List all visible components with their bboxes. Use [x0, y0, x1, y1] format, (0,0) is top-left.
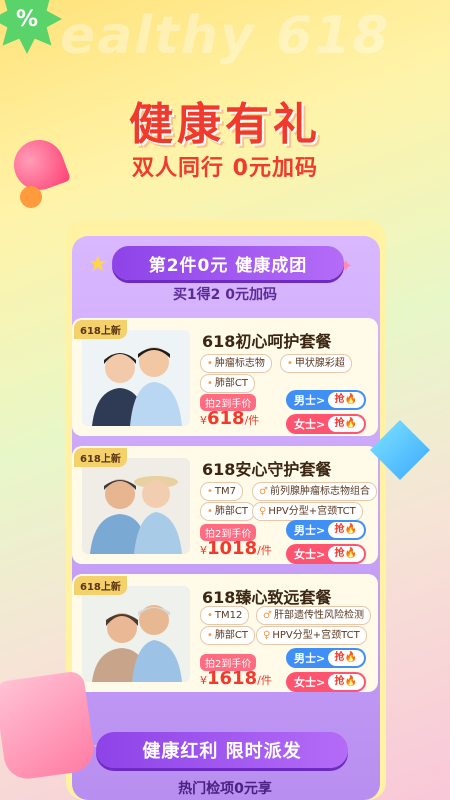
grab-label: 抢🔥: [327, 546, 364, 562]
chip-label: 前列腺肿瘤标志物组合: [269, 486, 370, 497]
chip-label: 甲状腺彩超: [294, 358, 345, 369]
currency-symbol: ¥: [200, 544, 207, 557]
male-label: 男士>: [294, 394, 326, 407]
dot-icon: ♀: [263, 630, 271, 641]
item-chip: • 肺部CT: [200, 374, 255, 393]
dot-icon: •: [207, 630, 213, 641]
item-chip: • 肺部CT: [200, 626, 255, 645]
package-card-3[interactable]: 618上新 618臻心致远套餐 • TM12 ♂ 肝部遗传性风险检测 • 肺部CT ♀…: [72, 574, 378, 692]
male-buy-button[interactable]: 男士> 抢🔥: [286, 520, 366, 540]
item-chip: ♀ HPV分型+宫颈TCT: [256, 626, 367, 645]
grab-label: 抢🔥: [327, 674, 364, 690]
item-chip: • 肺部CT: [200, 502, 255, 521]
item-chip: • 肿瘤标志物: [200, 354, 272, 373]
new-tag: 618上新: [74, 448, 127, 467]
dot-icon: •: [207, 358, 213, 369]
currency-symbol: ¥: [200, 414, 207, 427]
package-title: 618初心呵护套餐: [202, 332, 332, 351]
dot-icon: ♂: [263, 610, 272, 621]
grab-label: 抢🔥: [327, 392, 364, 408]
package-title: 618臻心致远套餐: [202, 588, 332, 607]
female-label: 女士>: [294, 418, 326, 431]
price-value: 1018: [207, 538, 258, 559]
item-chip: ♂ 肝部遗传性风险检测: [256, 606, 371, 625]
couple-photo: [82, 458, 190, 554]
item-chip: ♂ 前列腺肿瘤标志物组合: [252, 482, 377, 501]
price: ¥1618/件: [200, 668, 272, 689]
item-chip: • 甲状腺彩超: [280, 354, 352, 373]
grab-label: 抢🔥: [327, 416, 364, 432]
promo-subtitle: 买1得2 0元加码: [172, 287, 278, 303]
chip-label: HPV分型+宫颈TCT: [272, 630, 360, 641]
female-buy-button[interactable]: 女士> 抢🔥: [286, 672, 366, 692]
price-value: 618: [207, 408, 245, 429]
item-chip: ♀ HPV分型+宫颈TCT: [252, 502, 363, 521]
price: ¥1018/件: [200, 538, 272, 559]
dot-icon: •: [287, 358, 293, 369]
dot-icon: ♀: [259, 506, 267, 517]
female-buy-button[interactable]: 女士> 抢🔥: [286, 414, 366, 434]
dot-icon: •: [207, 378, 213, 389]
chip-label: TM7: [214, 486, 237, 497]
chip-label: 肺部CT: [214, 506, 248, 517]
male-label: 男士>: [294, 524, 326, 537]
page-title: 健康有礼: [129, 99, 321, 150]
new-tag: 618上新: [74, 576, 127, 595]
male-buy-button[interactable]: 男士> 抢🔥: [286, 390, 366, 410]
percent-badge-icon: %: [0, 0, 62, 54]
dot-icon: •: [207, 486, 213, 497]
chip-label: 肝部遗传性风险检测: [273, 610, 364, 621]
package-card-1[interactable]: 618上新 618初心呵护套餐 • 肿瘤标志物 • 甲状腺彩超 • 肺部CT 拍2到手…: [72, 318, 378, 436]
page-subtitle: 双人同行 0元加码: [132, 156, 318, 181]
female-label: 女士>: [294, 548, 326, 561]
female-buy-button[interactable]: 女士> 抢🔥: [286, 544, 366, 564]
currency-symbol: ¥: [200, 674, 207, 687]
shopping-bag-icon: [0, 670, 97, 782]
background-watermark-text: ealthy 618: [60, 6, 391, 66]
bottom-ribbon: 健康红利 限时派发: [96, 732, 348, 768]
item-chip: • TM12: [200, 606, 250, 625]
decor-bubble-icon: [20, 186, 42, 208]
chip-label: 肺部CT: [214, 378, 248, 389]
female-label: 女士>: [294, 676, 326, 689]
chip-label: HPV分型+宫颈TCT: [268, 506, 356, 517]
male-buy-button[interactable]: 男士> 抢🔥: [286, 648, 366, 668]
star-icon: ★: [88, 252, 108, 277]
chip-label: 肿瘤标志物: [214, 358, 265, 369]
chip-label: 肺部CT: [214, 630, 248, 641]
bottom-subtitle: 热门检项0元享: [178, 781, 272, 797]
price-unit: /件: [257, 544, 272, 557]
chip-label: TM12: [214, 610, 243, 621]
package-title: 618安心守护套餐: [202, 460, 332, 479]
price-unit: /件: [244, 414, 260, 427]
grab-label: 抢🔥: [327, 522, 364, 538]
male-label: 男士>: [294, 652, 326, 665]
couple-photo: [82, 330, 190, 426]
new-tag: 618上新: [74, 320, 127, 339]
item-chip: • TM7: [200, 482, 244, 501]
price-unit: /件: [257, 674, 272, 687]
grab-label: 抢🔥: [327, 650, 364, 666]
couple-photo: [82, 586, 190, 682]
price: ¥618/件: [200, 408, 259, 429]
promo-ribbon: 第2件0元 健康成团: [112, 246, 344, 280]
price-value: 1618: [207, 668, 258, 689]
dot-icon: •: [207, 506, 213, 517]
package-card-2[interactable]: 618上新 618安心守护套餐 • TM7 ♂ 前列腺肿瘤标志物组合 • 肺部CT ♀…: [72, 446, 378, 564]
dot-icon: •: [207, 610, 213, 621]
dot-icon: ♂: [259, 486, 268, 497]
percent-symbol: %: [15, 6, 39, 32]
